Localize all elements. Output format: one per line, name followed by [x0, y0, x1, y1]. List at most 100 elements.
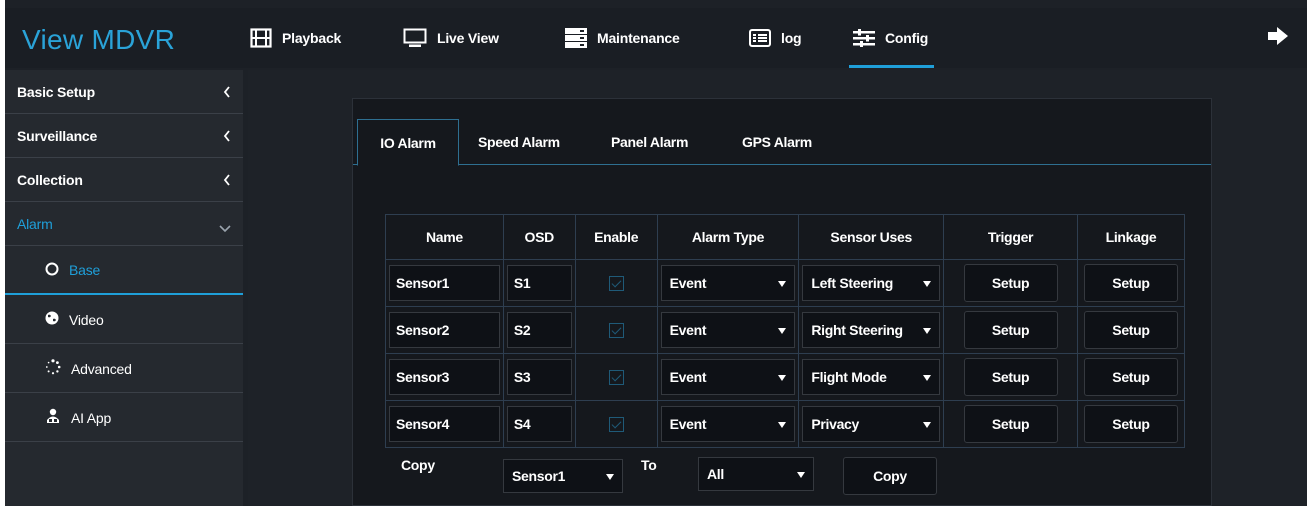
sensor-uses-select[interactable]: Left Steering — [802, 265, 941, 301]
caret-down-icon — [778, 281, 787, 287]
copy-button[interactable]: Copy — [843, 457, 937, 495]
sidebar-subitem-label: AI App — [71, 409, 112, 426]
nav-label: Live View — [437, 30, 499, 46]
sensor-name-input[interactable]: Sensor2 — [389, 312, 500, 348]
nav-log[interactable]: log — [749, 8, 802, 68]
linkage-setup-button[interactable]: Setup — [1083, 311, 1178, 349]
osd-input[interactable]: S2 — [506, 312, 572, 348]
select-value: Event — [669, 322, 707, 338]
linkage-setup-button[interactable]: Setup — [1083, 358, 1178, 396]
nav-label: Config — [885, 30, 929, 46]
enable-checkbox[interactable] — [608, 275, 624, 291]
sidebar-subitem-base[interactable]: Base — [5, 247, 243, 295]
alarm-type-select[interactable]: Event — [660, 406, 796, 442]
select-value: Event — [669, 275, 707, 291]
sidebar-subitem-ai-app[interactable]: AI App — [5, 394, 243, 442]
sidebar-item-alarm[interactable]: Alarm — [5, 202, 243, 246]
nav-config[interactable]: Config — [848, 8, 935, 68]
chevron-left-icon — [223, 173, 231, 189]
io-alarm-table: Name OSD Enable Alarm Type Sensor Uses T… — [385, 214, 1186, 448]
circle-icon — [45, 262, 59, 279]
alarm-type-select[interactable]: Event — [660, 359, 796, 395]
select-value: All — [707, 466, 724, 482]
sidebar-item-basic-setup[interactable]: Basic Setup — [5, 70, 243, 114]
app-window: View MDVR Playback Live View Maintenance… — [5, 0, 1307, 506]
tab-gps-alarm[interactable]: GPS Alarm — [742, 119, 812, 165]
sliders-icon — [853, 29, 875, 47]
io-alarm-panel: IO Alarm Speed Alarm Panel Alarm GPS Ala… — [352, 98, 1212, 506]
sidebar-item-label: Surveillance — [17, 127, 98, 144]
globe-icon — [45, 311, 59, 328]
main-content: IO Alarm Speed Alarm Panel Alarm GPS Ala… — [248, 70, 1307, 506]
trigger-setup-button[interactable]: Setup — [963, 405, 1058, 443]
server-icon — [565, 28, 587, 48]
monitor-icon — [403, 28, 427, 48]
sidebar-subitem-label: Base — [69, 262, 101, 278]
nav-live-view[interactable]: Live View — [403, 8, 499, 68]
nav-label: Playback — [282, 30, 342, 46]
osd-input[interactable]: S4 — [506, 406, 572, 442]
select-value: Sensor1 — [512, 468, 566, 484]
alarm-type-select[interactable]: Event — [660, 265, 796, 301]
sensor-uses-select[interactable]: Right Steering — [802, 312, 941, 348]
alarm-type-select[interactable]: Event — [660, 312, 796, 348]
sidebar-subitem-advanced[interactable]: Advanced — [5, 345, 243, 393]
column-header-trigger: Trigger — [943, 214, 1078, 260]
sidebar-item-label: Collection — [17, 171, 83, 188]
chevron-left-icon — [223, 129, 231, 145]
sensor-uses-select[interactable]: Flight Mode — [802, 359, 941, 395]
table-header-row: Name OSD Enable Alarm Type Sensor Uses T… — [385, 214, 1186, 260]
enable-checkbox[interactable] — [608, 322, 624, 338]
sidebar-subitem-label: Video — [69, 311, 104, 328]
trigger-setup-button[interactable]: Setup — [963, 311, 1058, 349]
sensor-name-input[interactable]: Sensor1 — [389, 265, 500, 301]
trigger-setup-button[interactable]: Setup — [963, 264, 1058, 302]
caret-down-icon — [778, 422, 787, 428]
column-header-alarm-type: Alarm Type — [656, 214, 800, 260]
select-value: Event — [669, 369, 707, 385]
tab-speed-alarm[interactable]: Speed Alarm — [478, 119, 560, 165]
sidebar-subitem-video[interactable]: Video — [5, 296, 243, 344]
spinner-icon — [45, 359, 61, 378]
enable-checkbox[interactable] — [608, 369, 624, 385]
column-header-osd: OSD — [502, 214, 576, 260]
linkage-setup-button[interactable]: Setup — [1083, 264, 1178, 302]
users-icon — [45, 408, 61, 427]
copy-row: Copy Sensor1 To All Copy — [353, 457, 1211, 497]
sidebar: Basic Setup Surveillance Collection Alar… — [5, 70, 243, 506]
nav-label: Maintenance — [597, 30, 680, 46]
sidebar-item-label: Basic Setup — [17, 83, 95, 100]
chevron-left-icon — [223, 85, 231, 101]
caret-down-icon — [778, 328, 787, 334]
sensor-name-input[interactable]: Sensor4 — [389, 406, 500, 442]
tab-io-alarm[interactable]: IO Alarm — [357, 119, 459, 166]
select-value: Event — [669, 416, 707, 432]
column-header-enable: Enable — [574, 214, 658, 260]
table-row: Sensor3 S3 Event Flight Mode Setup Setup — [385, 353, 1186, 401]
sidebar-item-collection[interactable]: Collection — [5, 158, 243, 202]
sensor-uses-select[interactable]: Privacy — [802, 406, 941, 442]
trigger-setup-button[interactable]: Setup — [963, 358, 1058, 396]
enable-checkbox[interactable] — [608, 416, 624, 432]
nav-playback[interactable]: Playback — [250, 8, 341, 68]
select-value: Left Steering — [811, 275, 893, 291]
caret-down-icon — [797, 472, 805, 478]
logout-icon[interactable] — [1267, 26, 1289, 49]
linkage-setup-button[interactable]: Setup — [1083, 405, 1178, 443]
alarm-tabs: IO Alarm Speed Alarm Panel Alarm GPS Ala… — [353, 119, 1211, 166]
osd-input[interactable]: S1 — [506, 265, 572, 301]
copy-from-select[interactable]: Sensor1 — [503, 459, 623, 493]
sidebar-item-label: Alarm — [17, 215, 53, 232]
copy-label: Copy — [401, 457, 435, 473]
copy-to-select[interactable]: All — [698, 457, 814, 491]
tab-panel-alarm[interactable]: Panel Alarm — [611, 119, 688, 165]
chevron-down-icon — [219, 220, 231, 236]
sensor-name-input[interactable]: Sensor3 — [389, 359, 500, 395]
osd-input[interactable]: S3 — [506, 359, 572, 395]
caret-down-icon — [923, 422, 932, 428]
caret-down-icon — [923, 328, 932, 334]
nav-maintenance[interactable]: Maintenance — [565, 8, 680, 68]
caret-down-icon — [923, 375, 932, 381]
column-header-name: Name — [385, 214, 504, 260]
sidebar-item-surveillance[interactable]: Surveillance — [5, 114, 243, 158]
